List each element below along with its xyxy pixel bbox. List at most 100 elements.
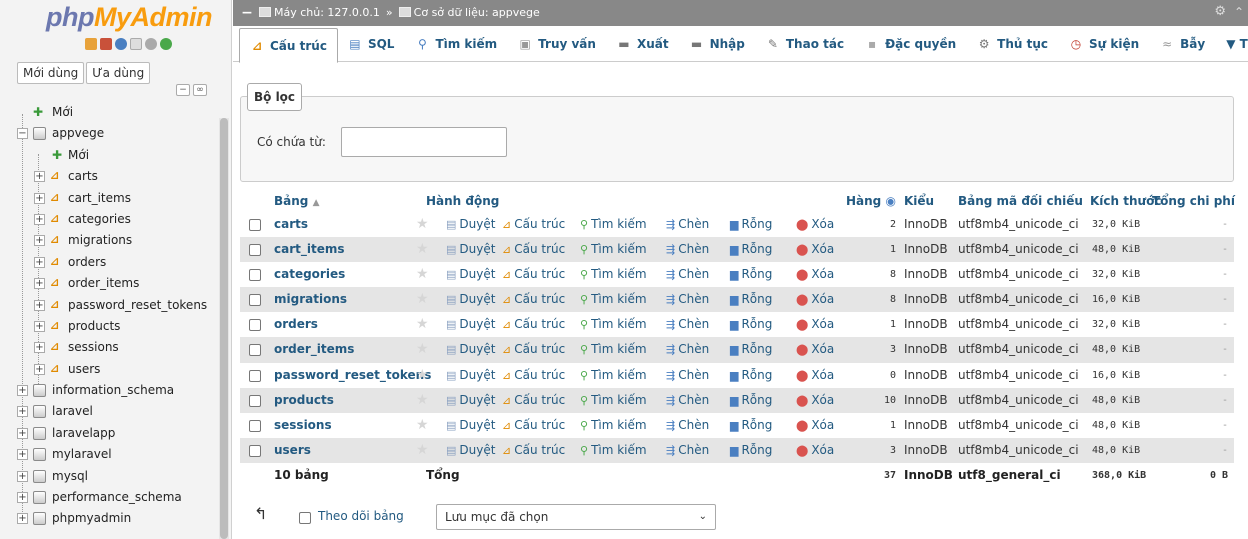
insert-link[interactable]: ⇶ Chèn — [666, 413, 709, 438]
favorite-star-icon[interactable]: ★ — [416, 312, 429, 337]
drop-link[interactable]: ⬤ Xóa — [796, 262, 834, 287]
table-name-link[interactable]: migrations — [274, 287, 347, 312]
with-selected-select[interactable]: Lưu mục đã chọn ⌄ — [436, 504, 716, 530]
header-rows[interactable]: Hàng ◉ — [846, 190, 896, 212]
browse-link[interactable]: ▤ Duyệt — [446, 363, 495, 388]
structure-link[interactable]: ⊿ Cấu trúc — [502, 262, 565, 287]
table-name-link[interactable]: orders — [274, 312, 318, 337]
tree-table-carts[interactable]: + ⊿ carts — [0, 166, 231, 187]
tree-db-performance_schema[interactable]: + performance_schema — [0, 487, 231, 508]
insert-link[interactable]: ⇶ Chèn — [666, 212, 709, 237]
tree-new-table[interactable]: ✚ Mới — [0, 145, 231, 166]
tab-events[interactable]: ◷ Sự kiện — [1059, 26, 1150, 62]
header-table[interactable]: Bảng ▲ — [274, 190, 320, 214]
tree-db-appvege[interactable]: − appvege — [0, 123, 231, 144]
search-link[interactable]: ⚲ Tìm kiếm — [580, 388, 647, 413]
favorite-star-icon[interactable]: ★ — [416, 413, 429, 438]
empty-link[interactable]: ▆ Rỗng — [730, 363, 772, 388]
tab-import[interactable]: ▬ Nhập — [680, 26, 756, 62]
drop-link[interactable]: ⬤ Xóa — [796, 287, 834, 312]
search-link[interactable]: ⚲ Tìm kiếm — [580, 287, 647, 312]
header-size[interactable]: Kích thước — [1090, 190, 1161, 212]
tab-routines[interactable]: ⚙ Thủ tục — [967, 26, 1059, 62]
favorite-star-icon[interactable]: ★ — [416, 262, 429, 287]
favorite-star-icon[interactable]: ★ — [416, 212, 429, 237]
settings-gear-icon[interactable]: ⚙ — [1214, 0, 1226, 24]
empty-link[interactable]: ▆ Rỗng — [730, 287, 772, 312]
row-checkbox[interactable] — [249, 244, 261, 257]
table-name-link[interactable]: order_items — [274, 337, 354, 362]
insert-link[interactable]: ⇶ Chèn — [666, 337, 709, 362]
insert-link[interactable]: ⇶ Chèn — [666, 312, 709, 337]
structure-link[interactable]: ⊿ Cấu trúc — [502, 212, 565, 237]
tree-table-sessions[interactable]: + ⊿ sessions — [0, 337, 231, 358]
tab-export[interactable]: ▬ Xuất — [607, 26, 680, 62]
filter-input[interactable] — [341, 127, 507, 157]
favorite-tables-button[interactable]: Ưa dùng — [86, 62, 151, 84]
search-link[interactable]: ⚲ Tìm kiếm — [580, 312, 647, 337]
collapse-all-icon[interactable]: − — [176, 84, 190, 96]
phpmyadmin-logo[interactable]: phpMyAdmin — [0, 0, 231, 34]
expand-icon[interactable]: + — [34, 192, 45, 204]
check-all-label[interactable]: Theo dõi bảng — [318, 509, 404, 523]
tree-table-migrations[interactable]: + ⊿ migrations — [0, 230, 231, 251]
browse-link[interactable]: ▤ Duyệt — [446, 337, 495, 362]
row-checkbox[interactable] — [249, 344, 261, 357]
empty-link[interactable]: ▆ Rỗng — [730, 337, 772, 362]
expand-icon[interactable]: + — [34, 235, 45, 247]
expand-icon[interactable]: + — [34, 320, 45, 332]
expand-icon[interactable]: + — [17, 513, 28, 525]
search-link[interactable]: ⚲ Tìm kiếm — [580, 438, 647, 463]
table-name-link[interactable]: users — [274, 438, 311, 463]
insert-link[interactable]: ⇶ Chèn — [666, 438, 709, 463]
expand-icon[interactable]: + — [17, 406, 28, 418]
browse-link[interactable]: ▤ Duyệt — [446, 413, 495, 438]
tree-table-orders[interactable]: + ⊿ orders — [0, 252, 231, 273]
structure-link[interactable]: ⊿ Cấu trúc — [502, 438, 565, 463]
tree-table-users[interactable]: + ⊿ users — [0, 359, 231, 380]
tree-db-laravel[interactable]: + laravel — [0, 401, 231, 422]
row-checkbox[interactable] — [249, 444, 261, 457]
check-all-checkbox[interactable] — [299, 512, 311, 524]
tree-db-information_schema[interactable]: + information_schema — [0, 380, 231, 401]
table-name-link[interactable]: carts — [274, 212, 308, 237]
favorite-star-icon[interactable]: ★ — [416, 337, 429, 362]
recent-tables-button[interactable]: Mới dùng — [17, 62, 85, 84]
row-checkbox[interactable] — [249, 419, 261, 432]
tab-triggers[interactable]: ≈ Bẫy — [1150, 26, 1216, 62]
empty-link[interactable]: ▆ Rỗng — [730, 413, 772, 438]
insert-link[interactable]: ⇶ Chèn — [666, 388, 709, 413]
exit-icon[interactable] — [100, 38, 112, 50]
pin-icon[interactable]: ⌃ — [1234, 0, 1244, 24]
table-name-link[interactable]: password_reset_tokens — [274, 363, 431, 388]
expand-icon[interactable]: + — [34, 278, 45, 290]
expand-icon[interactable]: + — [34, 363, 45, 375]
structure-link[interactable]: ⊿ Cấu trúc — [502, 413, 565, 438]
tab-query[interactable]: ▣ Truy vấn — [508, 26, 607, 62]
drop-link[interactable]: ⬤ Xóa — [796, 413, 834, 438]
expand-icon[interactable]: + — [17, 470, 28, 482]
browse-link[interactable]: ▤ Duyệt — [446, 287, 495, 312]
header-type[interactable]: Kiểu — [904, 190, 934, 212]
header-overhead[interactable]: Tổng chi phí — [1152, 190, 1235, 212]
browse-link[interactable]: ▤ Duyệt — [446, 262, 495, 287]
home-icon[interactable] — [85, 38, 97, 50]
expand-icon[interactable]: + — [17, 492, 28, 504]
tree-new-database[interactable]: ✚ Mới — [0, 102, 231, 123]
tree-db-mysql[interactable]: + mysql — [0, 466, 231, 487]
nav-scrollbar[interactable] — [219, 118, 229, 539]
insert-link[interactable]: ⇶ Chèn — [666, 237, 709, 262]
favorite-star-icon[interactable]: ★ — [416, 438, 429, 463]
empty-link[interactable]: ▆ Rỗng — [730, 237, 772, 262]
browse-link[interactable]: ▤ Duyệt — [446, 438, 495, 463]
favorite-star-icon[interactable]: ★ — [416, 388, 429, 413]
table-name-link[interactable]: categories — [274, 262, 345, 287]
empty-link[interactable]: ▆ Rỗng — [730, 388, 772, 413]
search-link[interactable]: ⚲ Tìm kiếm — [580, 262, 647, 287]
tree-table-order_items[interactable]: + ⊿ order_items — [0, 273, 231, 294]
empty-link[interactable]: ▆ Rỗng — [730, 438, 772, 463]
favorite-star-icon[interactable]: ★ — [416, 363, 429, 388]
row-checkbox[interactable] — [249, 269, 261, 282]
empty-link[interactable]: ▆ Rỗng — [730, 262, 772, 287]
link-icon[interactable]: ∞ — [193, 84, 207, 96]
